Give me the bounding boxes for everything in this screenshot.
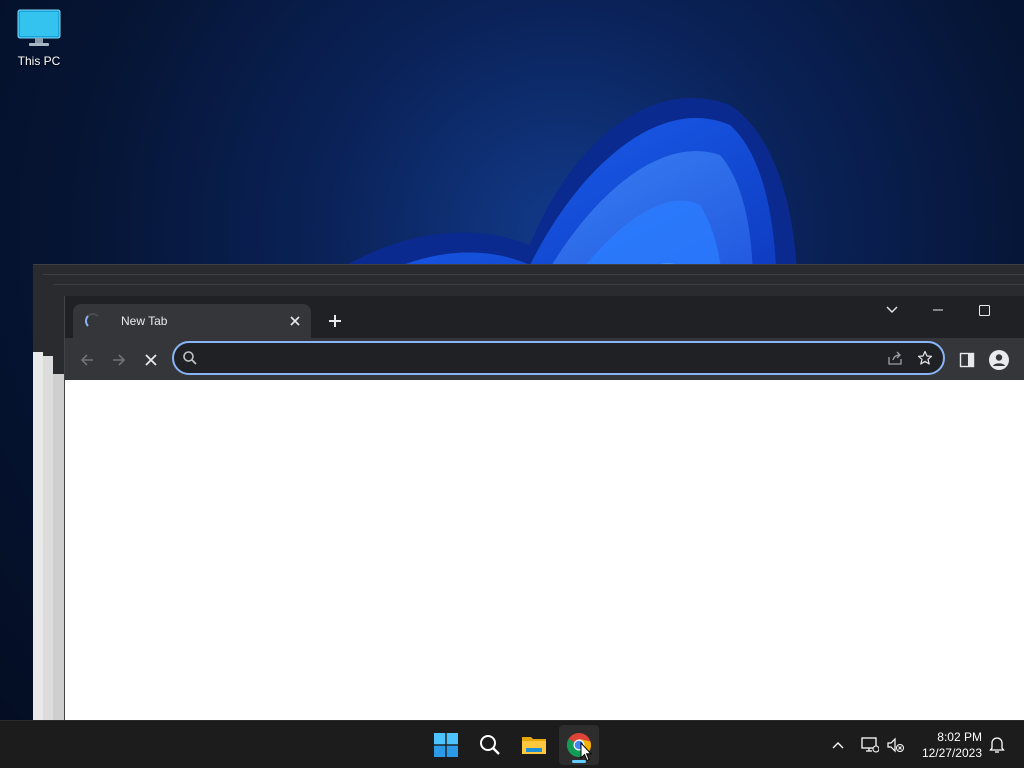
maximize-button[interactable] bbox=[961, 296, 1007, 324]
side-panel-button[interactable] bbox=[954, 347, 980, 373]
profile-button[interactable] bbox=[986, 347, 1012, 373]
stop-button[interactable] bbox=[138, 347, 164, 373]
clock-date: 12/27/2023 bbox=[921, 746, 982, 760]
maximize-icon bbox=[978, 304, 990, 316]
new-tab-button[interactable] bbox=[323, 309, 347, 333]
taskbar-search-button[interactable] bbox=[470, 725, 510, 765]
chrome-taskbar-button[interactable] bbox=[559, 725, 599, 765]
desktop-icon-this-pc[interactable]: This PC bbox=[8, 8, 70, 78]
taskbar: 8:02 PM 12/27/2023 bbox=[0, 720, 1024, 768]
file-explorer-button[interactable] bbox=[514, 725, 554, 765]
forward-button[interactable] bbox=[106, 347, 132, 373]
omnibox-input[interactable] bbox=[206, 350, 881, 366]
notifications-button[interactable] bbox=[985, 733, 1009, 757]
tab-search-icon bbox=[886, 306, 898, 313]
plus-icon bbox=[329, 315, 341, 327]
profile-icon bbox=[989, 350, 1009, 370]
volume-button[interactable] bbox=[884, 733, 908, 757]
loading-spinner-icon bbox=[85, 313, 101, 329]
network-button[interactable] bbox=[858, 733, 882, 757]
forward-icon bbox=[113, 354, 126, 366]
omnibox[interactable] bbox=[172, 341, 945, 375]
chevron-up-icon bbox=[832, 742, 844, 749]
desktop-icon-label: This PC bbox=[17, 54, 61, 68]
file-explorer-icon bbox=[522, 737, 546, 754]
bookmark-star-icon bbox=[917, 350, 933, 365]
monitor-icon bbox=[17, 9, 61, 46]
back-icon bbox=[80, 354, 93, 366]
close-icon bbox=[290, 316, 300, 326]
tab-search-button[interactable] bbox=[869, 296, 915, 324]
side-panel-icon bbox=[959, 352, 975, 368]
back-button[interactable] bbox=[74, 347, 100, 373]
search-icon bbox=[183, 351, 197, 365]
browser-toolbar bbox=[65, 338, 1024, 380]
tab-close-button[interactable] bbox=[285, 311, 305, 331]
bookmark-button[interactable] bbox=[911, 344, 939, 372]
minimize-button[interactable] bbox=[915, 296, 961, 324]
tab-new-tab[interactable]: New Tab bbox=[73, 304, 311, 338]
share-button[interactable] bbox=[881, 344, 909, 372]
browser-window: New Tab bbox=[64, 296, 1024, 720]
share-icon bbox=[888, 351, 902, 365]
volume-muted-icon bbox=[887, 737, 904, 753]
tab-title: New Tab bbox=[121, 314, 168, 328]
show-hidden-icons-button[interactable] bbox=[826, 733, 850, 757]
stop-icon bbox=[145, 354, 157, 366]
start-button[interactable] bbox=[426, 725, 466, 765]
network-icon bbox=[861, 737, 879, 753]
windows-start-icon bbox=[434, 733, 458, 757]
notification-bell-icon bbox=[989, 737, 1005, 753]
minimize-icon bbox=[933, 309, 943, 311]
browser-titlebar[interactable]: New Tab bbox=[65, 296, 1024, 338]
mouse-cursor-icon bbox=[580, 742, 592, 762]
taskbar-clock[interactable]: 8:02 PM 12/27/2023 bbox=[912, 729, 982, 761]
clock-time: 8:02 PM bbox=[937, 730, 982, 744]
page-content[interactable] bbox=[65, 380, 1024, 720]
search-icon bbox=[480, 735, 500, 755]
